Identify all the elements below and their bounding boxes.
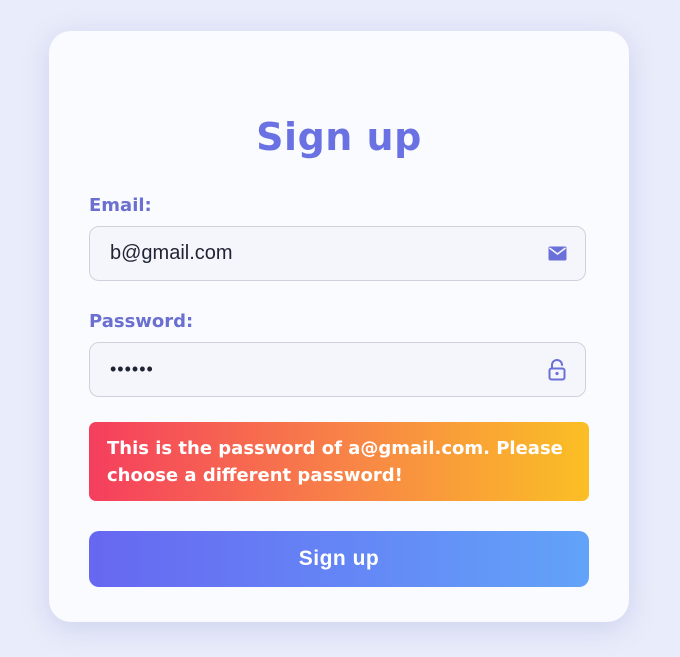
signup-button[interactable]: Sign up (89, 531, 589, 587)
password-field[interactable] (90, 343, 585, 396)
page-title: Sign up (256, 115, 422, 159)
email-field-wrapper (89, 226, 586, 281)
email-label: Email: (89, 195, 152, 216)
mail-icon (547, 244, 567, 264)
email-field[interactable] (90, 227, 585, 280)
signup-card: Sign up Email: Password: This is the pas… (49, 31, 629, 622)
password-label: Password: (89, 311, 194, 332)
error-alert: This is the password of a@gmail.com. Ple… (89, 422, 589, 501)
password-field-wrapper (89, 342, 586, 397)
unlock-icon[interactable] (547, 358, 567, 380)
